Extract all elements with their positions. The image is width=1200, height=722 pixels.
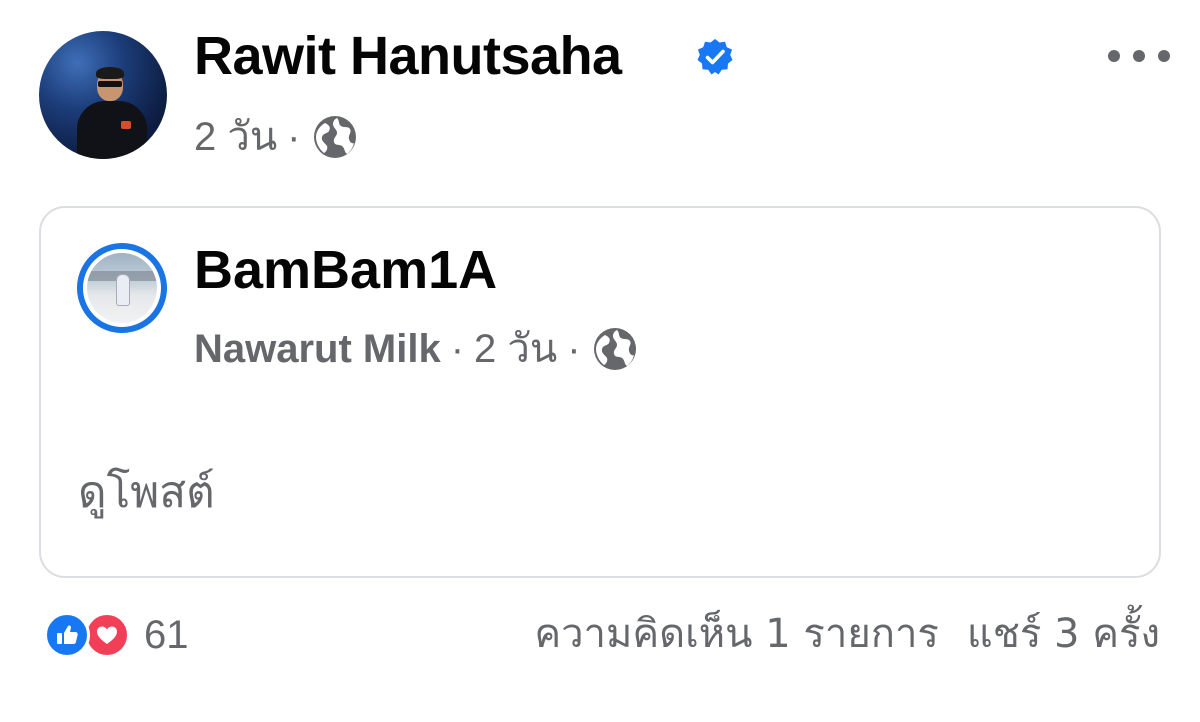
feed-post: Rawit Hanutsaha 2 วัน · BamBam1A Nawarut… [0, 0, 1200, 722]
post-stats: ความคิดเห็น 1 รายการ แชร์ 3 ครั้ง [534, 609, 1160, 659]
author-avatar[interactable] [39, 31, 167, 159]
meta-separator: · [287, 115, 301, 159]
shared-post-meta: Nawarut Milk · 2 วัน · [194, 324, 639, 374]
more-options-icon[interactable] [1108, 48, 1170, 64]
shared-group-name[interactable]: BamBam1A [194, 240, 497, 300]
shared-poster-name[interactable]: Nawarut Milk [194, 324, 441, 374]
love-icon [84, 612, 130, 658]
comments-count-link[interactable]: ความคิดเห็น 1 รายการ [534, 609, 939, 659]
post-time[interactable]: 2 วัน [194, 112, 277, 162]
group-avatar[interactable] [77, 243, 167, 333]
shares-count-link[interactable]: แชร์ 3 ครั้ง [967, 609, 1160, 659]
globe-icon [313, 116, 356, 158]
meta-separator: · [567, 327, 581, 371]
reaction-summary[interactable]: 61 [44, 610, 189, 660]
author-name[interactable]: Rawit Hanutsaha [194, 26, 622, 86]
like-icon [44, 612, 90, 658]
globe-icon [593, 328, 636, 370]
post-meta: 2 วัน · [194, 112, 359, 162]
view-post-link[interactable]: ดูโพสต์ [78, 463, 215, 523]
meta-separator: · [450, 327, 465, 371]
verified-badge-icon [697, 39, 733, 75]
shared-post-time[interactable]: 2 วัน [474, 324, 557, 374]
reaction-count: 61 [144, 613, 189, 657]
